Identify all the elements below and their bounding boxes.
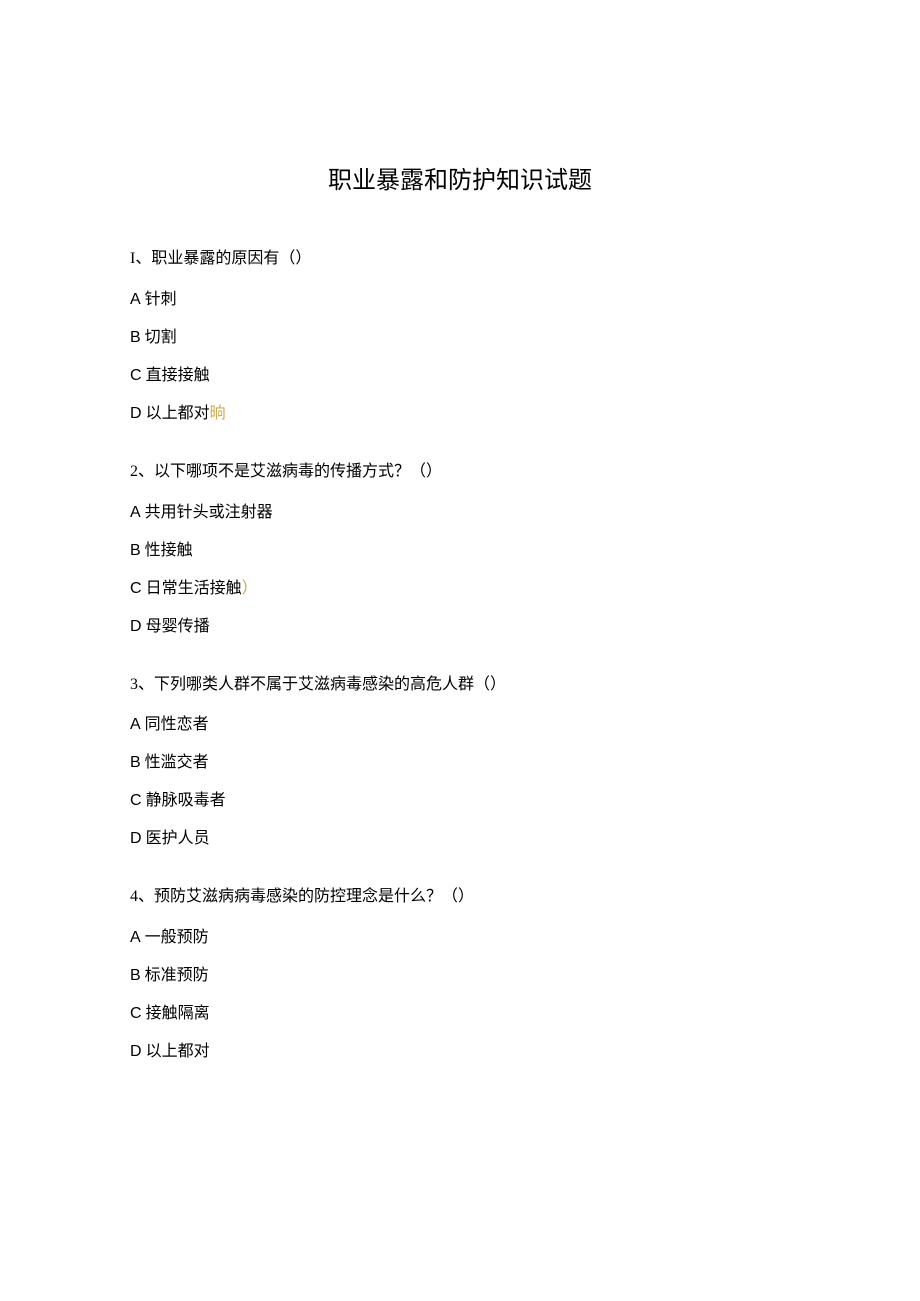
option-text: 性接触 xyxy=(145,542,193,559)
option-text: 直接接触 xyxy=(146,367,210,384)
option-text: 共用针头或注射器 xyxy=(145,504,273,521)
option-b: B 切割 xyxy=(130,326,790,350)
option-prefix: C xyxy=(130,1005,142,1022)
option-d: D 以上都对晌 xyxy=(130,402,790,426)
question-2: 2、以下哪项不是艾滋病毒的传播方式？（） A 共用针头或注射器 B 性接触 C … xyxy=(130,458,790,639)
document-title: 职业暴露和防护知识试题 xyxy=(130,160,790,195)
option-prefix: A xyxy=(130,504,141,521)
option-a: A 针刺 xyxy=(130,288,790,312)
option-text: 一般预防 xyxy=(145,929,209,946)
option-prefix: A xyxy=(130,929,141,946)
option-text: 日常生活接触 xyxy=(146,580,242,597)
option-text: 同性恋者 xyxy=(145,716,209,733)
option-prefix: B xyxy=(130,754,141,771)
option-text: 针刺 xyxy=(145,291,177,308)
option-prefix: C xyxy=(130,367,142,384)
option-prefix: B xyxy=(130,542,141,559)
option-text: 静脉吸毒者 xyxy=(146,792,226,809)
question-3: 3、下列哪类人群不属于艾滋病毒感染的高危人群（） A 同性恋者 B 性滥交者 C… xyxy=(130,671,790,852)
option-prefix: C xyxy=(130,792,142,809)
option-c: C 接触隔离 xyxy=(130,1002,790,1026)
option-prefix: A xyxy=(130,291,141,308)
question-text: 4、预防艾滋病病毒感染的防控理念是什么？（） xyxy=(130,883,790,912)
option-text: 接触隔离 xyxy=(146,1005,210,1022)
option-prefix: D xyxy=(130,405,142,422)
question-number: 4 xyxy=(130,888,138,905)
option-text: 母婴传播 xyxy=(146,618,210,635)
option-b: B 性滥交者 xyxy=(130,751,790,775)
option-prefix: B xyxy=(130,967,141,984)
option-text: 性滥交者 xyxy=(145,754,209,771)
option-text: 以上都对 xyxy=(146,1043,210,1060)
option-b: B 标准预防 xyxy=(130,964,790,988)
question-number: 3 xyxy=(130,676,138,693)
question-1: I、职业暴露的原因有（） A 针刺 B 切割 C 直接接触 D 以上都对晌 xyxy=(130,245,790,426)
option-prefix: D xyxy=(130,830,142,847)
option-c: C 直接接触 xyxy=(130,364,790,388)
option-a: A 一般预防 xyxy=(130,926,790,950)
question-number: 2 xyxy=(130,463,138,480)
option-highlight: ） xyxy=(242,580,258,597)
option-b: B 性接触 xyxy=(130,539,790,563)
question-number: I xyxy=(130,250,135,267)
option-c: C 静脉吸毒者 xyxy=(130,789,790,813)
option-prefix: B xyxy=(130,329,141,346)
option-text: 以上都对 xyxy=(146,405,210,422)
question-stem: 预防艾滋病病毒感染的防控理念是什么？（） xyxy=(154,888,474,905)
option-d: D 以上都对 xyxy=(130,1040,790,1064)
option-text: 标准预防 xyxy=(145,967,209,984)
question-stem: 以下哪项不是艾滋病毒的传播方式？（） xyxy=(154,463,442,480)
option-prefix: A xyxy=(130,716,141,733)
question-stem: 职业暴露的原因有（） xyxy=(151,250,311,267)
option-highlight: 晌 xyxy=(210,405,226,422)
option-prefix: D xyxy=(130,618,142,635)
question-text: 3、下列哪类人群不属于艾滋病毒感染的高危人群（） xyxy=(130,671,790,700)
option-text: 医护人员 xyxy=(146,830,210,847)
question-text: 2、以下哪项不是艾滋病毒的传播方式？（） xyxy=(130,458,790,487)
question-stem: 下列哪类人群不属于艾滋病毒感染的高危人群（） xyxy=(154,676,506,693)
option-d: D 医护人员 xyxy=(130,827,790,851)
option-prefix: C xyxy=(130,580,142,597)
question-4: 4、预防艾滋病病毒感染的防控理念是什么？（） A 一般预防 B 标准预防 C 接… xyxy=(130,883,790,1064)
option-a: A 共用针头或注射器 xyxy=(130,501,790,525)
option-prefix: D xyxy=(130,1043,142,1060)
question-text: I、职业暴露的原因有（） xyxy=(130,245,790,274)
option-c: C 日常生活接触） xyxy=(130,577,790,601)
option-text: 切割 xyxy=(145,329,177,346)
option-d: D 母婴传播 xyxy=(130,615,790,639)
option-a: A 同性恋者 xyxy=(130,713,790,737)
